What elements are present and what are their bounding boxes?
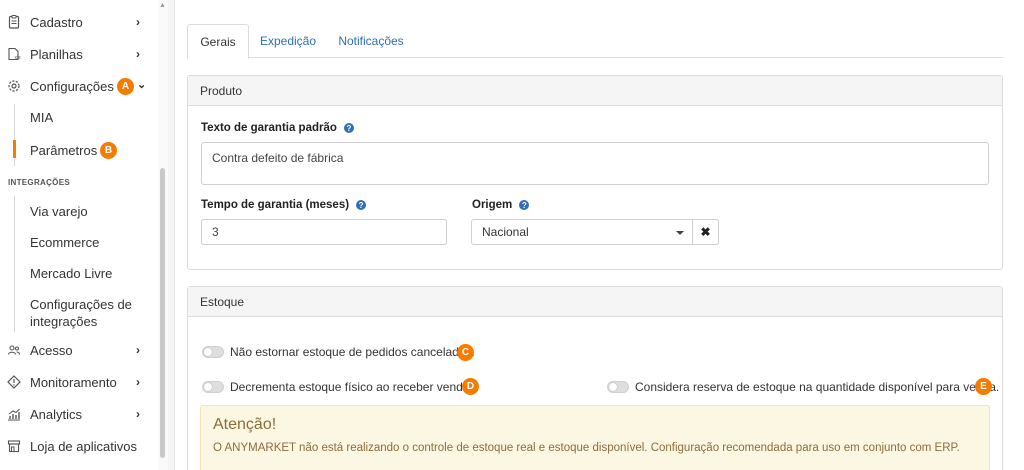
- warning-alert: Atenção! O ANYMARKET não está realizando…: [200, 405, 990, 470]
- clipboard-icon: [6, 14, 22, 30]
- toggle-switch-estornar[interactable]: [202, 346, 224, 358]
- scroll-up-arrow-icon[interactable]: ▲: [159, 2, 166, 9]
- sidebar: Cadastro › xls Planilhas › Configurações…: [0, 0, 168, 470]
- toggle-switch-reserva[interactable]: [607, 381, 629, 393]
- sidebar-scrollbar-thumb[interactable]: [160, 168, 165, 458]
- analytics-icon: [6, 406, 22, 422]
- spreadsheet-icon: xls: [6, 46, 22, 62]
- store-icon: [6, 438, 22, 454]
- annotation-badge-b: B: [100, 142, 117, 159]
- toggle-row-reserva: Considera reserva de estoque na quantida…: [607, 380, 999, 394]
- chevron-right-icon: ›: [136, 407, 140, 421]
- svg-text:xls: xls: [15, 55, 22, 61]
- tab-gerais[interactable]: Gerais: [187, 24, 249, 59]
- sidebar-item-label: Monitoramento: [30, 374, 117, 390]
- toggle-label-decrementa: Decrementa estoque físico ao receber ven…: [230, 380, 479, 394]
- warranty-text-field[interactable]: Contra defeito de fábrica: [201, 142, 989, 185]
- panel-estoque: Estoque Não estornar estoque de pedidos …: [187, 286, 1003, 470]
- chevron-right-icon: ›: [136, 47, 140, 61]
- tab-bar: Gerais Expedição Notificações: [187, 24, 1003, 59]
- annotation-badge-e: E: [975, 378, 992, 395]
- sidebar-item-configuracoes[interactable]: Configurações: [0, 76, 158, 96]
- warranty-text-label: Texto de garantia padrão ?: [201, 122, 354, 134]
- panel-estoque-title: Estoque: [188, 287, 1002, 317]
- warranty-time-input[interactable]: 3: [201, 219, 447, 245]
- sidebar-subitem-ecommerce[interactable]: Ecommerce: [30, 235, 99, 250]
- sidebar-subitem-parametros[interactable]: Parâmetros: [30, 143, 97, 158]
- active-indicator: [13, 140, 16, 158]
- sidebar-item-label: Acesso: [30, 342, 73, 358]
- sidebar-item-label: Planilhas: [30, 46, 83, 62]
- sidebar-item-cadastro[interactable]: Cadastro ›: [0, 12, 158, 32]
- annotation-badge-a: A: [117, 78, 134, 95]
- sidebar-item-label: Analytics: [30, 406, 83, 422]
- warranty-text-label-text: Texto de garantia padrão: [201, 122, 337, 134]
- origin-label-text: Origem: [472, 199, 513, 211]
- chevron-right-icon: ›: [136, 15, 140, 29]
- panel-produto-title: Produto: [188, 76, 1002, 106]
- sidebar-item-analytics[interactable]: Analytics ›: [0, 404, 158, 424]
- sidebar-item-label: Configurações: [30, 78, 114, 94]
- chevron-right-icon: ›: [136, 375, 140, 389]
- sidebar-subitem-mia[interactable]: MIA: [30, 110, 53, 125]
- annotation-badge-d: D: [462, 378, 479, 395]
- warranty-time-label-text: Tempo de garantia (meses): [201, 199, 350, 211]
- sidebar-item-acesso[interactable]: Acesso ›: [0, 340, 158, 360]
- caret-down-icon: [676, 231, 684, 235]
- panel-produto: Produto Texto de garantia padrão ? Contr…: [187, 75, 1003, 270]
- alert-title: Atenção!: [213, 416, 277, 433]
- submenu-line: [14, 196, 15, 332]
- sidebar-item-loja-de-aplicativos[interactable]: Loja de aplicativos: [0, 436, 158, 456]
- sidebar-item-label: Cadastro: [30, 14, 83, 30]
- sidebar-item-planilhas[interactable]: xls Planilhas ›: [0, 44, 158, 64]
- toggle-row-estornar: Não estornar estoque de pedidos cancelad…: [202, 345, 475, 359]
- toggle-label-estornar: Não estornar estoque de pedidos cancelad…: [230, 345, 475, 359]
- toggle-switch-decrementa[interactable]: [202, 381, 224, 393]
- sidebar-subitem-via-varejo[interactable]: Via varejo: [30, 204, 88, 219]
- chevron-right-icon: ›: [136, 343, 140, 357]
- section-title-integracoes: INTEGRAÇÕES: [8, 178, 70, 187]
- origin-select[interactable]: Nacional: [471, 219, 693, 245]
- users-icon: [6, 342, 22, 358]
- tab-notificacoes[interactable]: Notificações: [331, 24, 411, 58]
- main-content: Gerais Expedição Notificações Produto Te…: [174, 0, 1024, 470]
- toggle-row-decrementa: Decrementa estoque físico ao receber ven…: [202, 380, 479, 394]
- origin-label: Origem ?: [472, 199, 530, 211]
- alert-text: O ANYMARKET não está realizando o contro…: [213, 442, 960, 454]
- sidebar-item-monitoramento[interactable]: Monitoramento ›: [0, 372, 158, 392]
- help-icon[interactable]: ?: [356, 200, 367, 210]
- toggle-label-reserva: Considera reserva de estoque na quantida…: [635, 380, 1000, 394]
- sidebar-subitem-configuracoes-integracoes-line2[interactable]: integrações: [30, 314, 97, 329]
- sidebar-subitem-configuracoes-integracoes[interactable]: Configurações de: [30, 297, 132, 312]
- diamond-icon: [6, 374, 22, 390]
- origin-select-value: Nacional: [482, 225, 529, 239]
- annotation-badge-c: C: [457, 344, 474, 361]
- sidebar-item-label: Loja de aplicativos: [30, 438, 137, 454]
- gear-icon: [6, 78, 22, 94]
- sidebar-subitem-mercado-livre[interactable]: Mercado Livre: [30, 266, 112, 281]
- warranty-time-label: Tempo de garantia (meses) ?: [201, 199, 367, 211]
- chevron-down-icon[interactable]: ⌄: [137, 78, 146, 91]
- tab-expedicao[interactable]: Expedição: [253, 24, 323, 58]
- clear-origin-button[interactable]: ✖: [693, 219, 719, 245]
- help-icon[interactable]: ?: [519, 200, 530, 210]
- help-icon[interactable]: ?: [343, 123, 354, 133]
